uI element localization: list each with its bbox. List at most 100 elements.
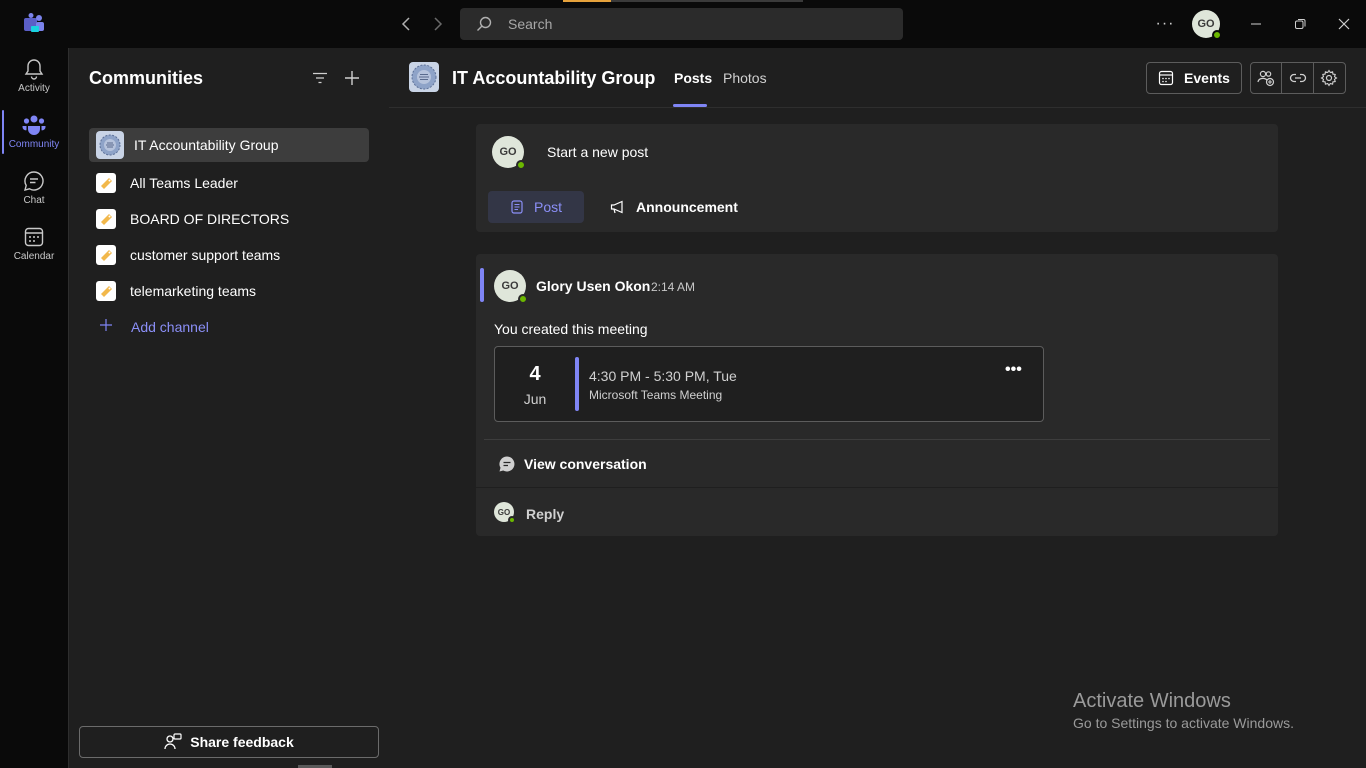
rail-item-chat[interactable]: Chat: [0, 160, 68, 216]
more-options-button[interactable]: ···: [1152, 12, 1178, 36]
app-rail: Activity Community Chat Calendar: [0, 48, 68, 768]
composer-initials: GO: [499, 146, 517, 158]
tag-icon: [96, 173, 116, 193]
activate-windows-watermark: Activate Windows Go to Settings to activ…: [1073, 690, 1294, 731]
add-channel-button[interactable]: Add channel: [99, 316, 209, 337]
minimize-icon[interactable]: [1244, 12, 1268, 36]
divider: [484, 439, 1270, 440]
sidebar-title: Communities: [89, 68, 204, 88]
add-member-icon[interactable]: [1251, 63, 1283, 93]
active-tab-indicator: [673, 104, 707, 107]
filter-icon[interactable]: [309, 68, 331, 88]
channel-label: All Teams Leader: [130, 175, 238, 191]
channel-title: IT Accountability Group: [452, 68, 656, 88]
channel-item-it-accountability-group[interactable]: IT Accountability Group: [89, 128, 369, 162]
presence-available-icon: [1212, 30, 1222, 40]
events-label: Events: [1184, 70, 1230, 86]
post-label: Post: [533, 199, 562, 215]
group-avatar-icon: [409, 62, 439, 92]
channel-label: customer support teams: [130, 247, 281, 263]
add-channel-label: Add channel: [131, 318, 209, 335]
post-button[interactable]: Post: [488, 191, 584, 223]
author-avatar[interactable]: GO: [494, 270, 528, 304]
community-icon: [22, 115, 46, 135]
user-avatar[interactable]: GO: [1192, 10, 1222, 40]
tab-posts[interactable]: Posts: [674, 70, 712, 86]
link-icon[interactable]: [1282, 63, 1314, 93]
view-conversation-label: View conversation: [524, 456, 647, 472]
post-icon: [511, 200, 523, 214]
group-emblem-icon: [96, 131, 124, 159]
tab-photos[interactable]: Photos: [723, 70, 767, 86]
channel-item-all-teams-leader[interactable]: All Teams Leader: [89, 166, 369, 200]
presence-available-icon: [518, 294, 528, 304]
reply-box[interactable]: GO Reply: [476, 487, 1278, 536]
reply-avatar: GO: [494, 502, 516, 524]
calendar-icon: [1158, 70, 1174, 86]
reply-initials: GO: [497, 507, 511, 517]
meeting-day: 4: [529, 363, 541, 385]
channel-item-telemarketing-teams[interactable]: telemarketing teams: [89, 274, 369, 308]
presence-available-icon: [508, 516, 516, 524]
announcement-label: Announcement: [636, 199, 738, 215]
rail-label: Activity: [18, 83, 50, 94]
share-feedback-button[interactable]: Share feedback: [79, 726, 379, 758]
back-arrow-icon[interactable]: [394, 12, 418, 36]
start-new-post[interactable]: Start a new post: [547, 144, 648, 160]
feedback-icon: [164, 733, 182, 750]
channel-item-board-of-directors[interactable]: BOARD OF DIRECTORS: [89, 202, 369, 236]
channel-label: BOARD OF DIRECTORS: [130, 211, 290, 227]
events-button[interactable]: Events: [1146, 62, 1242, 94]
meeting-card[interactable]: 4 Jun 4:30 PM - 5:30 PM, Tue Microsoft T…: [494, 346, 1044, 422]
search-placeholder: Search: [508, 16, 553, 32]
top-accent-track: [611, 0, 803, 2]
rail-item-calendar[interactable]: Calendar: [0, 216, 68, 272]
author-name[interactable]: Glory Usen Okon: [536, 278, 650, 294]
rail-label: Chat: [23, 195, 45, 206]
tag-icon: [96, 245, 116, 265]
search-input[interactable]: Search: [460, 8, 903, 40]
presence-available-icon: [516, 160, 526, 170]
chat-bubble-icon: [499, 456, 515, 472]
top-accent-bar: [563, 0, 611, 2]
add-community-icon[interactable]: [341, 68, 363, 88]
meeting-month: Jun: [523, 391, 547, 407]
channel-item-customer-support-teams[interactable]: customer support teams: [89, 238, 369, 272]
reply-label[interactable]: Reply: [526, 506, 564, 522]
announcement-button[interactable]: Announcement: [610, 191, 738, 223]
channel-label: telemarketing teams: [130, 283, 257, 299]
title-bar: Search ··· GO: [0, 0, 1366, 48]
new-post-composer[interactable]: GO Start a new post Post Announcement: [476, 124, 1278, 232]
view-conversation-button[interactable]: View conversation: [498, 455, 647, 473]
composer-avatar: GO: [492, 136, 526, 170]
user-initials: GO: [1197, 18, 1215, 30]
channel-actions: [1250, 62, 1346, 94]
tag-icon: [96, 281, 116, 301]
tag-icon: [96, 209, 116, 229]
watermark-subtitle: Go to Settings to activate Windows.: [1073, 715, 1294, 731]
rail-label: Calendar: [13, 251, 55, 262]
rail-item-community[interactable]: Community: [0, 104, 68, 160]
share-feedback-label: Share feedback: [190, 734, 294, 750]
rail-item-activity[interactable]: Activity: [0, 48, 68, 104]
forward-arrow-icon[interactable]: [426, 12, 450, 36]
watermark-title: Activate Windows: [1073, 690, 1231, 712]
settings-gear-icon[interactable]: [1314, 63, 1345, 93]
meeting-time: 4:30 PM - 5:30 PM, Tue: [589, 368, 737, 384]
communities-sidebar: Communities IT Accountability Group All …: [68, 48, 388, 768]
posts-content: GO Start a new post Post Announcement GO…: [389, 109, 1366, 768]
megaphone-icon: [610, 200, 623, 214]
post-thread: GO Glory Usen Okon 2:14 AM You created t…: [476, 254, 1278, 536]
close-icon[interactable]: [1332, 12, 1356, 36]
bell-icon: [24, 59, 44, 80]
meeting-more-options-button[interactable]: •••: [1005, 361, 1022, 379]
plus-icon: [99, 316, 113, 337]
channel-header: IT Accountability Group Posts Photos Eve…: [389, 48, 1366, 108]
search-icon: [477, 16, 492, 31]
restore-icon[interactable]: [1288, 12, 1312, 36]
channel-label: IT Accountability Group: [134, 137, 279, 153]
post-timestamp: 2:14 AM: [651, 280, 696, 294]
calendar-icon: [24, 227, 44, 247]
teams-logo-icon[interactable]: [22, 12, 46, 36]
post-message: You created this meeting: [494, 321, 648, 337]
